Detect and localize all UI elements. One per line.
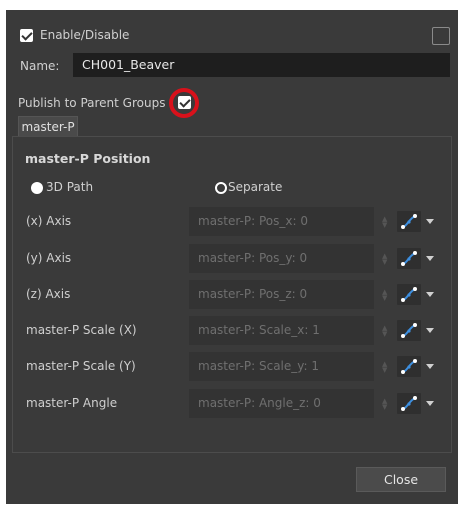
row-label: (y) Axis — [26, 251, 72, 265]
chevron-down-icon[interactable] — [426, 364, 434, 369]
spin-arrows-icon[interactable]: ▲ ▼ — [382, 361, 388, 374]
close-button[interactable]: Close — [356, 467, 446, 492]
radio-separate[interactable] — [215, 182, 227, 194]
function-curve-icon — [401, 214, 417, 229]
group-title: master-P Position — [25, 151, 151, 166]
name-field[interactable]: CH001_Beaver — [73, 53, 450, 77]
chevron-down-icon[interactable] — [426, 401, 434, 406]
enable-disable-label: Enable/Disable — [40, 28, 130, 42]
radio-3d-path-label: 3D Path — [46, 180, 94, 194]
spin-arrows-icon[interactable]: ▲ ▼ — [382, 289, 388, 302]
spin-arrows-icon[interactable]: ▲ ▼ — [382, 398, 388, 411]
chevron-down-icon[interactable] — [426, 328, 434, 333]
radio-separate-label: Separate — [228, 180, 283, 194]
chevron-down-icon[interactable] — [426, 219, 434, 224]
highlight-ring — [169, 88, 199, 118]
function-curve-icon — [401, 323, 417, 338]
function-curve-icon — [401, 251, 417, 266]
function-curve-button[interactable] — [396, 210, 422, 233]
radio-3d-path[interactable] — [31, 182, 43, 194]
row-label: (x) Axis — [26, 214, 72, 228]
row-value-field[interactable]: master-P: Pos_y: 0 — [189, 244, 374, 273]
function-curve-button[interactable] — [396, 392, 422, 415]
row-value-field[interactable]: master-P: Pos_z: 0 — [189, 280, 374, 309]
function-curve-button[interactable] — [396, 319, 422, 342]
function-curve-icon — [401, 359, 417, 374]
spin-arrows-icon[interactable]: ▲ ▼ — [382, 253, 388, 266]
function-curve-icon — [401, 287, 417, 302]
spin-arrows-icon[interactable]: ▲ ▼ — [382, 325, 388, 338]
chevron-down-icon[interactable] — [426, 292, 434, 297]
function-curve-button[interactable] — [396, 283, 422, 306]
row-value-field[interactable]: master-P: Scale_y: 1 — [189, 352, 374, 381]
row-value-field[interactable]: master-P: Pos_x: 0 — [189, 207, 374, 236]
enable-disable-checkbox[interactable] — [20, 29, 33, 42]
corner-checkbox[interactable] — [432, 27, 450, 45]
spin-arrows-icon[interactable]: ▲ ▼ — [382, 216, 388, 229]
function-curve-icon — [401, 396, 417, 411]
function-curve-button[interactable] — [396, 355, 422, 378]
row-value-field[interactable]: master-P: Scale_x: 1 — [189, 316, 374, 345]
function-curve-button[interactable] — [396, 247, 422, 270]
row-label: master-P Scale (Y) — [26, 359, 136, 373]
tab-master-p[interactable]: master-P — [18, 116, 78, 137]
row-value-field[interactable]: master-P: Angle_z: 0 — [189, 389, 374, 418]
name-label: Name: — [20, 59, 60, 73]
row-label: master-P Scale (X) — [26, 323, 137, 337]
publish-to-parent-label: Publish to Parent Groups — [18, 96, 166, 110]
row-label: master-P Angle — [26, 396, 118, 410]
row-label: (z) Axis — [26, 287, 71, 301]
chevron-down-icon[interactable] — [426, 256, 434, 261]
